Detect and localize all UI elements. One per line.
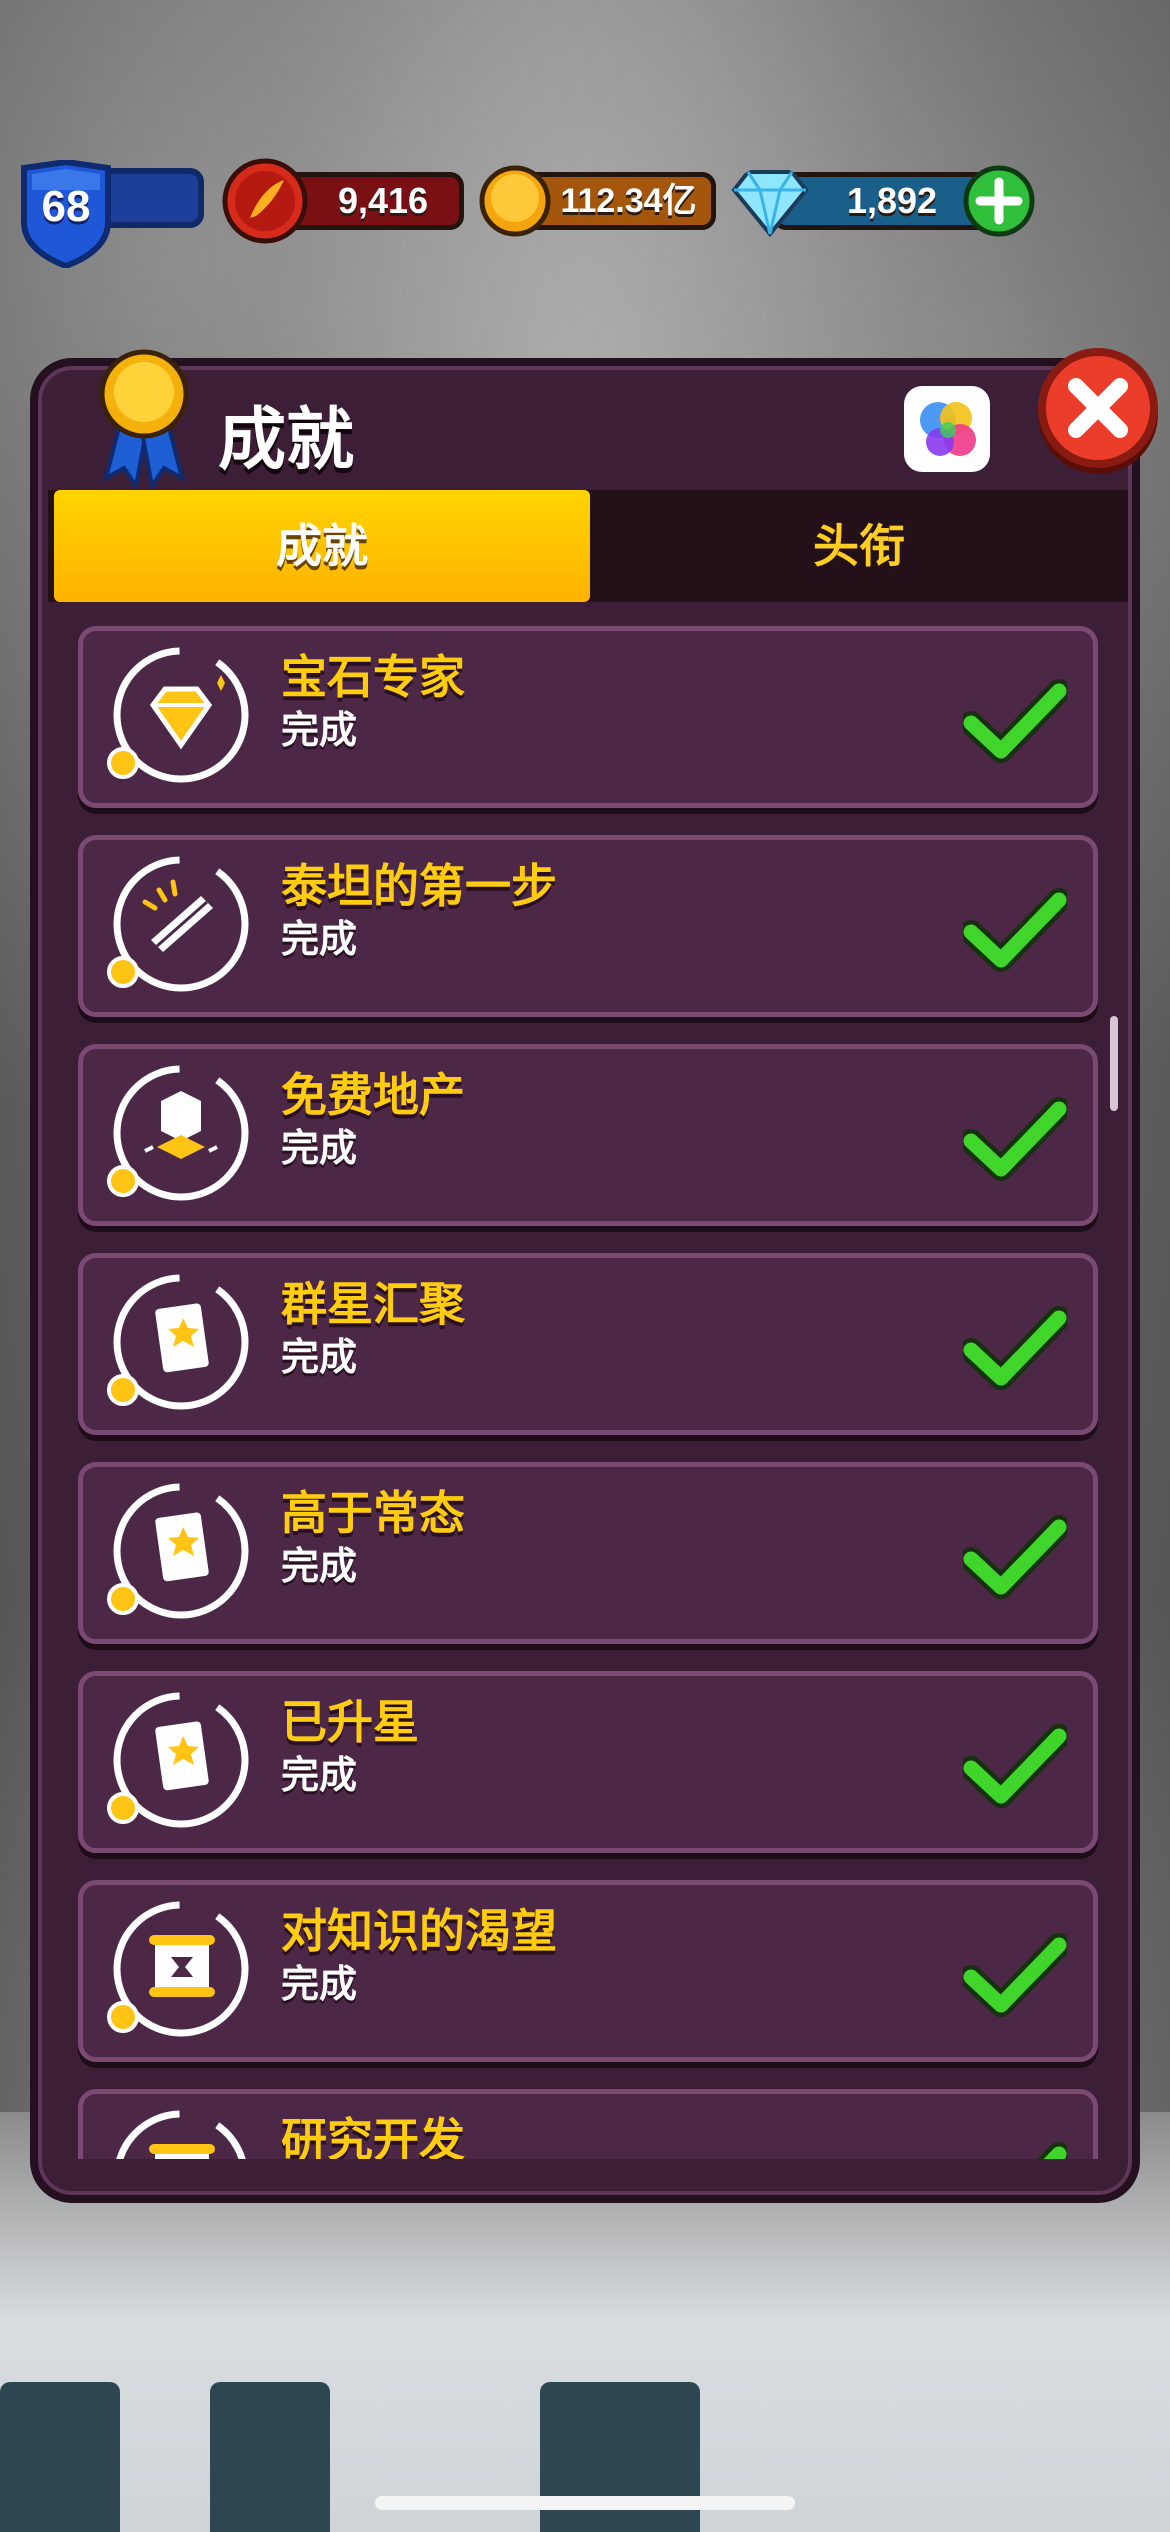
check-icon bbox=[963, 1306, 1067, 1390]
achievement-status: 完成 bbox=[281, 1544, 358, 1588]
scroll-icon bbox=[107, 856, 249, 992]
panel-header: 成就 bbox=[38, 348, 1158, 492]
achievement-card[interactable]: 群星汇聚 完成 bbox=[78, 1253, 1098, 1435]
achievement-card[interactable]: 对知识的渴望 完成 bbox=[78, 1880, 1098, 2062]
achievement-name: 高于常态 bbox=[281, 1486, 465, 1540]
achievement-status: 完成 bbox=[281, 1126, 358, 1170]
star-card-icon bbox=[107, 1483, 249, 1619]
achievement-status: 完成 bbox=[281, 917, 358, 961]
gem-value: 1,892 bbox=[846, 180, 938, 221]
tab-bar: 成就 头衔 bbox=[48, 490, 1128, 602]
land-icon bbox=[107, 1065, 249, 1201]
check-icon bbox=[963, 1097, 1067, 1181]
check-icon bbox=[963, 1515, 1067, 1599]
add-gems-button[interactable] bbox=[962, 164, 1036, 238]
achievements-panel: 成就 成就 头衔 宝石专家 完成 泰坦的第一步 完成 免费地产 完成 群星汇聚 … bbox=[30, 348, 1158, 2203]
energy-feather-icon bbox=[222, 158, 308, 244]
achievement-status: 完成 bbox=[281, 708, 358, 752]
check-icon bbox=[963, 1724, 1067, 1808]
research-scroll-icon bbox=[116, 2110, 246, 2159]
scrollbar[interactable] bbox=[1110, 1016, 1118, 1111]
achievement-card[interactable]: 泰坦的第一步 完成 bbox=[78, 835, 1098, 1017]
achievement-name: 对知识的渴望 bbox=[281, 1904, 557, 1958]
close-icon bbox=[1068, 378, 1128, 438]
achievement-name: 研究开发 bbox=[281, 2113, 465, 2159]
achievement-card[interactable]: 已升星 完成 bbox=[78, 1671, 1098, 1853]
game-center-button[interactable] bbox=[904, 386, 990, 472]
achievement-list[interactable]: 宝石专家 完成 泰坦的第一步 完成 免费地产 完成 群星汇聚 完成 高于常态 完… bbox=[48, 614, 1108, 2159]
achievement-name: 群星汇聚 bbox=[281, 1277, 465, 1331]
research-scroll-icon bbox=[107, 1901, 249, 2037]
check-icon bbox=[963, 888, 1067, 972]
achievement-card[interactable]: 研究开发 bbox=[78, 2089, 1098, 2159]
gold-medal-icon bbox=[99, 349, 189, 492]
game-center-icon bbox=[920, 402, 976, 456]
panel-title: 成就 bbox=[218, 401, 355, 480]
tab-titles[interactable]: 头衔 bbox=[590, 490, 1128, 602]
coin-icon bbox=[479, 165, 551, 237]
check-icon bbox=[963, 679, 1067, 763]
star-card-icon bbox=[107, 1692, 249, 1828]
star-card-icon bbox=[107, 1274, 249, 1410]
diamond-icon bbox=[731, 170, 809, 238]
coin-value: 112.34亿 bbox=[560, 182, 697, 220]
player-level: 68 bbox=[41, 182, 91, 231]
achievement-status: 完成 bbox=[281, 1335, 358, 1379]
tab-achievements[interactable]: 成就 bbox=[54, 490, 590, 602]
achievement-name: 泰坦的第一步 bbox=[281, 859, 557, 913]
energy-value: 9,416 bbox=[337, 180, 429, 221]
achievement-card[interactable]: 免费地产 完成 bbox=[78, 1044, 1098, 1226]
achievement-name: 免费地产 bbox=[281, 1068, 465, 1122]
achievement-card[interactable]: 高于常态 完成 bbox=[78, 1462, 1098, 1644]
home-indicator[interactable] bbox=[375, 2496, 795, 2510]
achievement-card[interactable]: 宝石专家 完成 bbox=[78, 626, 1098, 808]
check-icon bbox=[963, 1933, 1067, 2017]
achievement-status: 完成 bbox=[281, 1753, 358, 1797]
check-icon bbox=[1037, 2142, 1067, 2159]
gem-icon bbox=[107, 647, 249, 783]
achievement-name: 宝石专家 bbox=[281, 650, 465, 704]
resource-bar: 68 9,416 112.34亿 1,892 bbox=[0, 150, 1170, 280]
achievement-name: 已升星 bbox=[281, 1695, 419, 1749]
achievement-status: 完成 bbox=[281, 1962, 358, 2006]
close-button[interactable] bbox=[1038, 348, 1158, 468]
